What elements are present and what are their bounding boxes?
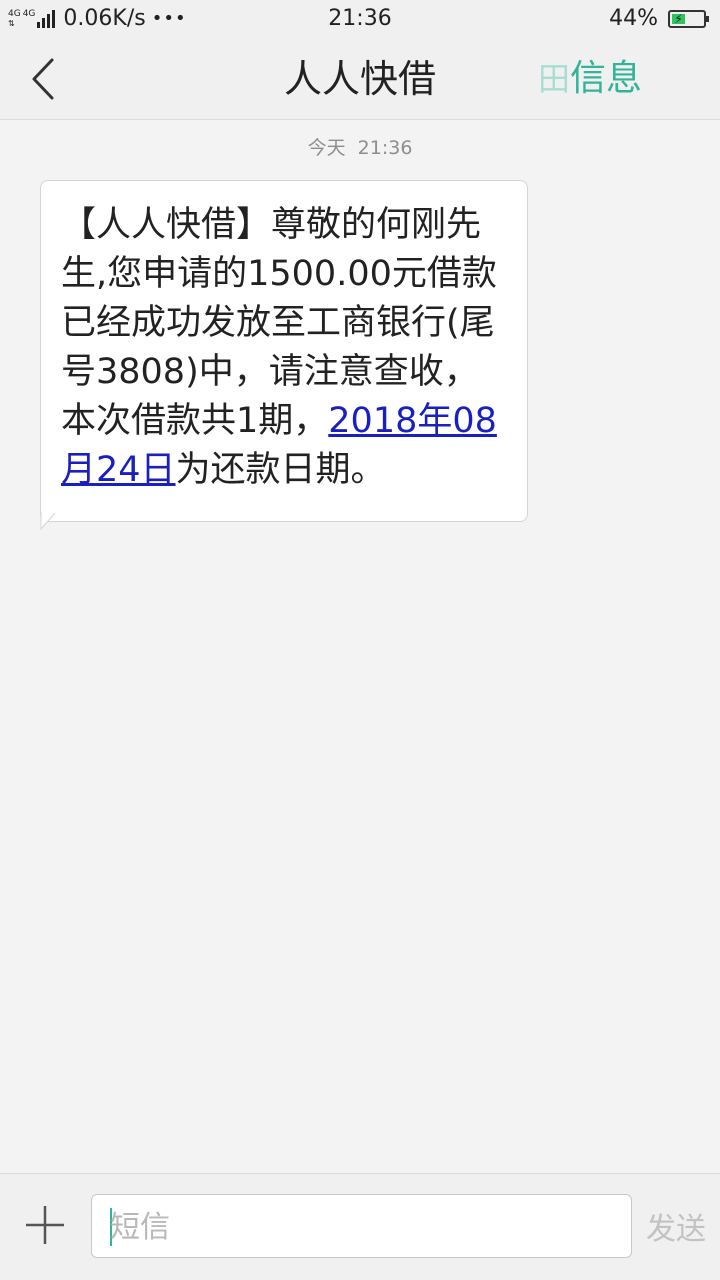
charging-bolt-icon: ⚡ [674, 12, 683, 26]
battery-fill: ⚡ [672, 12, 686, 26]
message-timestamp: 今天 21:36 [307, 137, 413, 159]
incoming-message-bubble[interactable]: 【人人快借】尊敬的何刚先生,您申请的1500.00元借款已经成功发放至工商银行(… [40, 180, 528, 522]
nav-bar: 人人快借 田信息 [0, 38, 720, 120]
status-bar: 4G 4G ⇅ 0.06K/s ••• 21:36 44% ⚡ [0, 0, 720, 38]
details-partial-glyph: 田 [537, 60, 570, 98]
details-label: 信息 [569, 58, 642, 99]
attach-button[interactable] [22, 1202, 68, 1248]
message-input-box[interactable] [91, 1194, 632, 1258]
message-text-end: 为还款日期。 [175, 450, 386, 490]
sms-conversation-screen: 4G 4G ⇅ 0.06K/s ••• 21:36 44% ⚡ 人人快借 田信息… [0, 0, 720, 1280]
send-button[interactable]: 发送 [646, 1204, 706, 1248]
compose-bar: 发送 [0, 1173, 720, 1280]
details-button[interactable]: 田信息 [538, 52, 642, 106]
battery-percent: 44% [609, 6, 658, 31]
battery-icon: ⚡ [668, 10, 709, 28]
plus-icon [26, 1206, 64, 1244]
message-input[interactable] [110, 1205, 610, 1249]
bubble-tail [40, 512, 56, 530]
